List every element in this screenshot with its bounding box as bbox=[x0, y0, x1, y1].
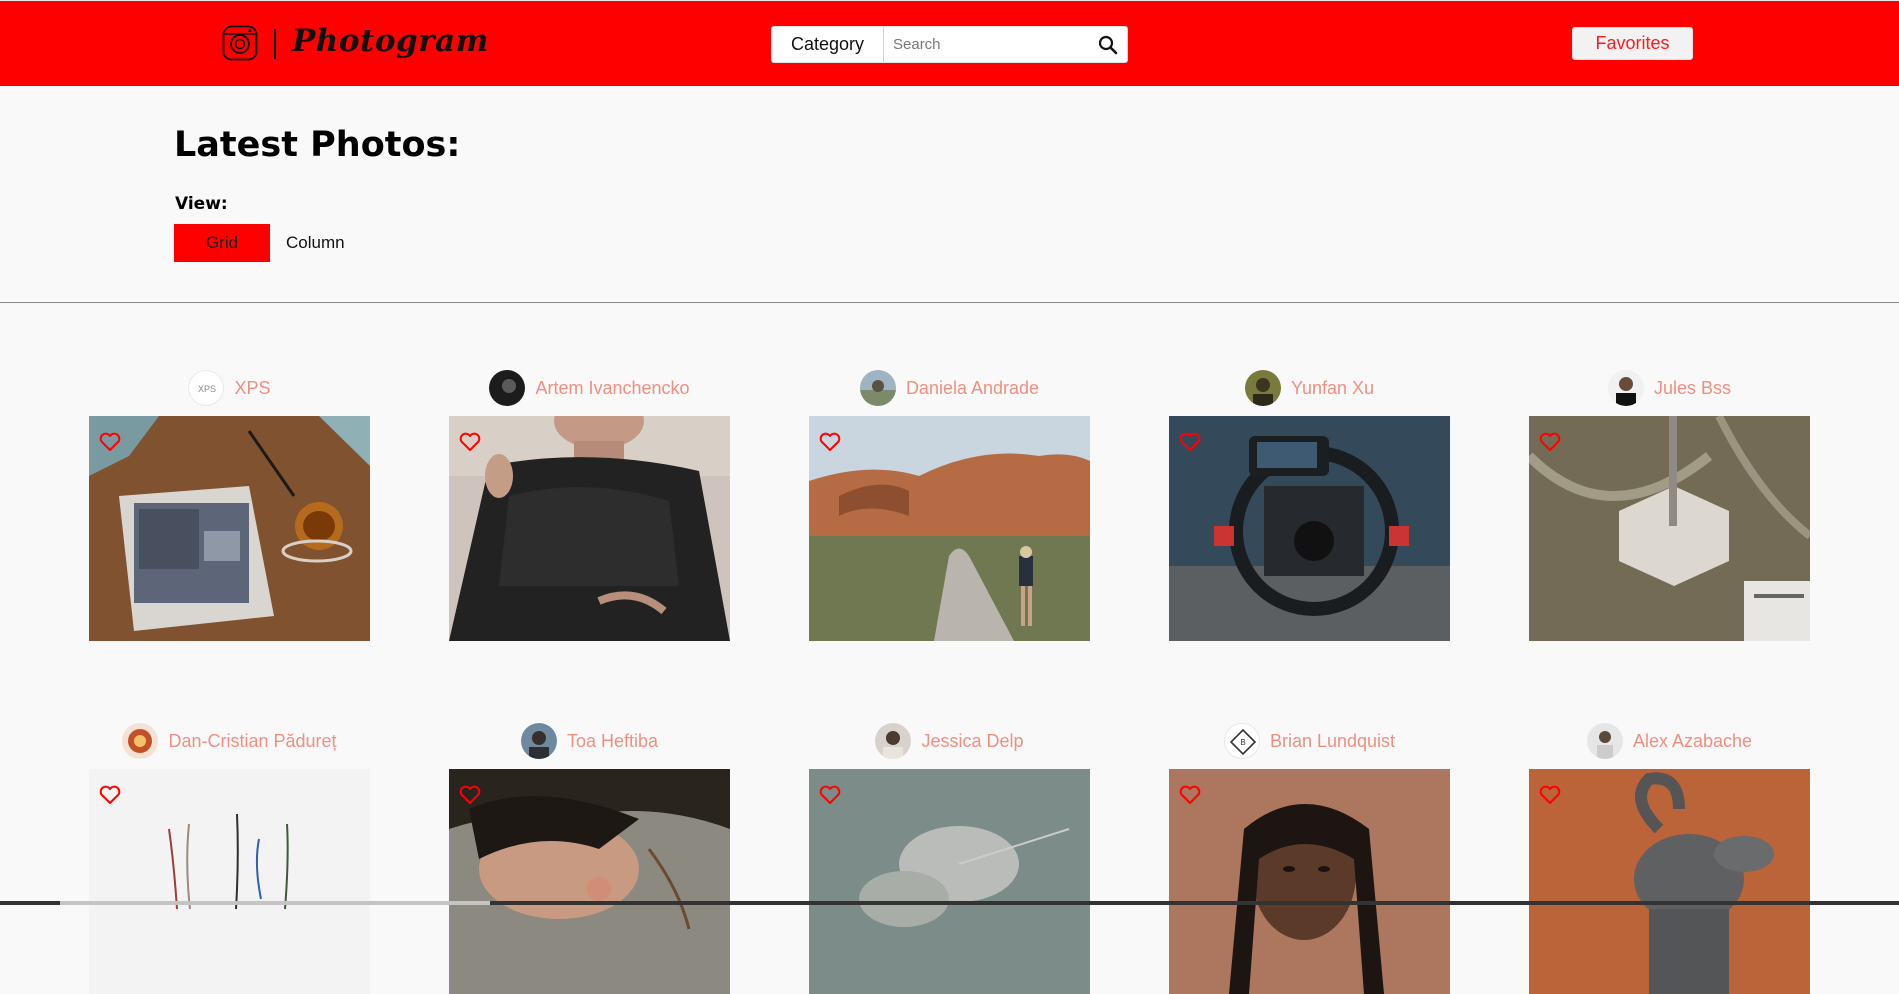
favorite-heart-icon[interactable] bbox=[1539, 432, 1561, 452]
author-link[interactable]: Alex Azabache bbox=[1529, 722, 1810, 760]
favorite-heart-icon[interactable] bbox=[1539, 785, 1561, 805]
photo[interactable] bbox=[1529, 416, 1810, 641]
author-name: Artem Ivanchencko bbox=[535, 377, 690, 398]
avatar bbox=[1586, 723, 1623, 759]
photo[interactable] bbox=[1529, 769, 1810, 994]
brand-logo-text[interactable]: Photogram bbox=[292, 23, 489, 59]
avatar bbox=[859, 370, 896, 406]
avatar bbox=[875, 723, 912, 759]
favorite-heart-icon[interactable] bbox=[1179, 785, 1201, 805]
author-name: Yunfan Xu bbox=[1290, 377, 1375, 398]
photo[interactable] bbox=[809, 416, 1090, 641]
avatar: B bbox=[1223, 723, 1260, 759]
favorite-heart-icon[interactable] bbox=[459, 432, 481, 452]
author-link[interactable]: B Brian Lundquist bbox=[1169, 722, 1450, 760]
view-label: View: bbox=[175, 194, 228, 214]
photo[interactable] bbox=[89, 769, 370, 994]
favorite-heart-icon[interactable] bbox=[99, 432, 121, 452]
author-name: Dan-Cristian Pădureț bbox=[168, 730, 337, 751]
author-link[interactable]: Yunfan Xu bbox=[1169, 369, 1450, 407]
author-link[interactable]: Daniela Andrade bbox=[809, 369, 1090, 407]
favorite-heart-icon[interactable] bbox=[459, 785, 481, 805]
svg-text:B: B bbox=[1240, 738, 1245, 747]
avatar bbox=[489, 370, 526, 406]
photo[interactable] bbox=[809, 769, 1090, 994]
author-name: Jessica Delp bbox=[921, 730, 1024, 751]
photo[interactable] bbox=[89, 416, 370, 641]
favorite-heart-icon[interactable] bbox=[99, 785, 121, 805]
section-divider bbox=[0, 302, 1899, 303]
author-link[interactable]: XPS XPS bbox=[89, 369, 370, 407]
grid-view-button[interactable]: Grid bbox=[174, 224, 270, 262]
author-name: Brian Lundquist bbox=[1269, 730, 1396, 751]
photo[interactable] bbox=[1169, 769, 1450, 994]
author-link[interactable]: Toa Heftiba bbox=[449, 722, 730, 760]
avatar bbox=[1607, 370, 1644, 406]
avatar: XPS bbox=[188, 370, 225, 406]
search-icon[interactable] bbox=[1098, 35, 1118, 55]
author-link[interactable]: Dan-Cristian Pădureț bbox=[89, 722, 370, 760]
favorites-button[interactable]: Favorites bbox=[1572, 27, 1693, 60]
author-link[interactable]: Jules Bss bbox=[1529, 369, 1810, 407]
top-navbar: Photogram Category Favorites bbox=[0, 0, 1899, 86]
avatar bbox=[1244, 370, 1281, 406]
author-name: Alex Azabache bbox=[1632, 730, 1753, 751]
photo[interactable] bbox=[1169, 416, 1450, 641]
favorite-heart-icon[interactable] bbox=[1179, 432, 1201, 452]
camera-logo-icon[interactable] bbox=[222, 25, 258, 61]
horizontal-scrollbar[interactable] bbox=[0, 901, 1899, 905]
logo-divider bbox=[274, 29, 276, 59]
author-name: XPS bbox=[234, 377, 271, 398]
favorite-heart-icon[interactable] bbox=[819, 785, 841, 805]
author-name: Daniela Andrade bbox=[905, 377, 1040, 398]
author-link[interactable]: Jessica Delp bbox=[809, 722, 1090, 760]
page-title: Latest Photos: bbox=[174, 125, 461, 165]
author-name: Toa Heftiba bbox=[566, 730, 659, 751]
search-bar: Category bbox=[771, 26, 1128, 63]
avatar bbox=[520, 723, 557, 759]
author-name: Jules Bss bbox=[1653, 377, 1732, 398]
author-link[interactable]: Artem Ivanchencko bbox=[449, 369, 730, 407]
photo[interactable] bbox=[449, 769, 730, 994]
category-dropdown-button[interactable]: Category bbox=[772, 27, 884, 62]
scrollbar-thumb[interactable] bbox=[60, 901, 490, 905]
column-view-button[interactable]: Column bbox=[286, 224, 345, 262]
photo[interactable] bbox=[449, 416, 730, 641]
search-input[interactable] bbox=[885, 27, 1093, 62]
avatar bbox=[122, 723, 159, 759]
svg-text:XPS: XPS bbox=[198, 384, 216, 394]
favorite-heart-icon[interactable] bbox=[819, 432, 841, 452]
